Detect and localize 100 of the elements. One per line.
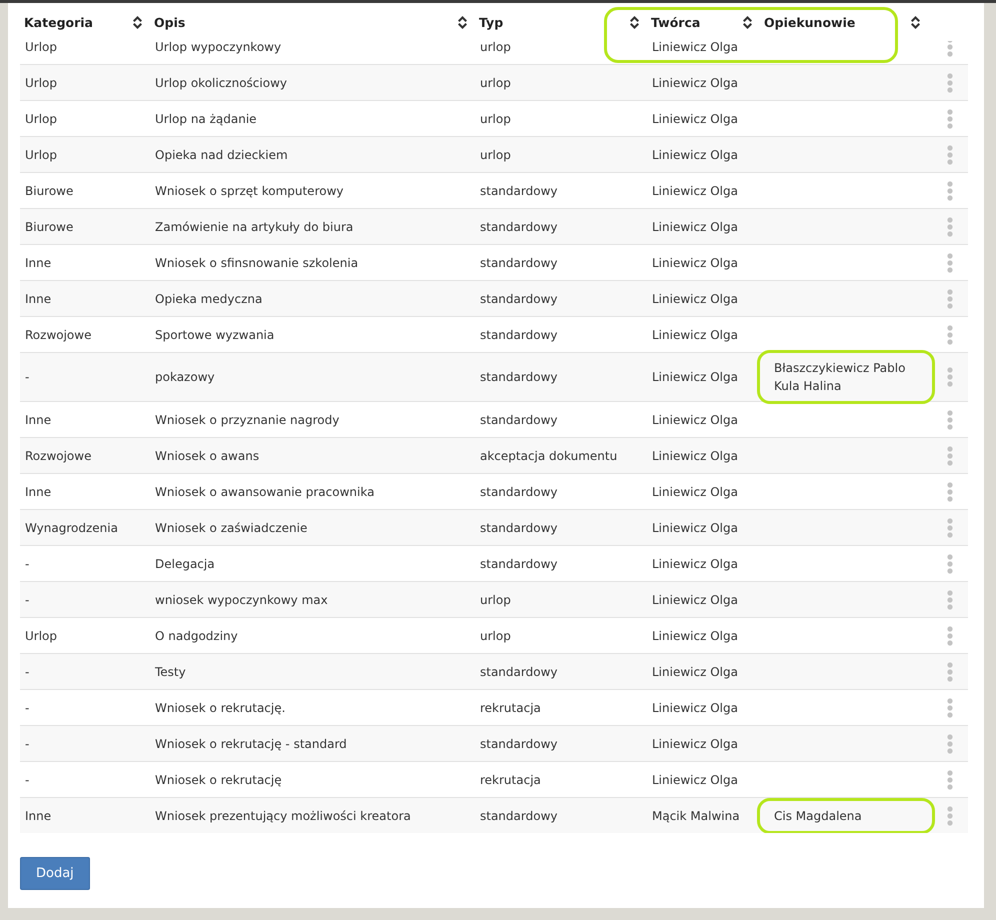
table-cell: Mącik Malwina	[652, 808, 740, 822]
table-cell: Liniewicz Olga	[652, 220, 738, 234]
table-cell: Urlop na żądanie	[155, 112, 257, 126]
table-cell: Urlop	[25, 112, 58, 126]
table-cell: Liniewicz Olga	[652, 256, 738, 270]
table-cell: Urlop	[25, 40, 58, 54]
table-cell: Testy	[155, 664, 186, 678]
more-options-icon[interactable]	[947, 324, 953, 344]
table-cell: O nadgodziny	[155, 628, 238, 642]
table-cell: Liniewicz Olga	[652, 484, 738, 498]
more-options-icon[interactable]	[947, 446, 953, 466]
more-options-icon[interactable]	[947, 734, 953, 754]
more-options-icon[interactable]	[947, 144, 953, 164]
more-options-icon[interactable]	[947, 72, 953, 92]
table-cell: Inne	[25, 484, 52, 498]
table-cell: Liniewicz Olga	[652, 556, 738, 570]
table-cell: Inne	[25, 256, 52, 270]
table-cell: Liniewicz Olga	[652, 664, 738, 678]
table-cell: urlop	[480, 148, 511, 162]
more-options-icon[interactable]	[947, 252, 953, 272]
table-cell: Wniosek o rekrutację.	[155, 700, 286, 714]
table-cell: Wniosek o sprzęt komputerowy	[155, 184, 344, 198]
more-options-icon[interactable]	[947, 367, 953, 387]
table-cell: standardowy	[480, 220, 558, 234]
table-cell: Wniosek prezentujący możliwości kreatora	[155, 808, 411, 822]
table-cell: Urlop	[25, 628, 58, 642]
more-options-icon[interactable]	[947, 216, 953, 236]
table-cell: Inne	[25, 412, 52, 426]
table-cell-text: Błaszczykiewicz Pablo	[774, 361, 906, 375]
more-options-icon[interactable]	[947, 590, 953, 610]
table-cell: Liniewicz Olga	[652, 76, 738, 90]
more-options-icon[interactable]	[947, 180, 953, 200]
table-cell: Wniosek o zaświadczenie	[155, 520, 308, 534]
column-header[interactable]: Typ	[479, 14, 504, 30]
table-cell: Wniosek o sfinsnowanie szkolenia	[155, 256, 358, 270]
table-cell: standardowy	[480, 412, 558, 426]
table-cell: Inne	[25, 808, 52, 822]
table-cell: Liniewicz Olga	[652, 412, 738, 426]
table-cell: Liniewicz Olga	[652, 184, 738, 198]
column-header[interactable]: Twórca	[651, 14, 700, 30]
table-cell: -	[25, 664, 30, 678]
table-cell: Liniewicz Olga	[652, 148, 738, 162]
more-options-icon[interactable]	[947, 410, 953, 430]
table-cell: -	[25, 736, 30, 750]
table-cell: urlop	[480, 592, 511, 606]
table-cell: urlop	[480, 76, 511, 90]
table-cell: Delegacja	[155, 556, 215, 570]
more-options-icon[interactable]	[947, 806, 953, 826]
table-cell: Liniewicz Olga	[652, 592, 738, 606]
more-options-icon[interactable]	[947, 518, 953, 538]
table-cell-text: Kula Halina	[774, 379, 842, 393]
table-cell: Sportowe wyzwania	[155, 328, 274, 342]
sort-icon[interactable]	[133, 16, 142, 28]
table-cell: wniosek wypoczynkowy max	[155, 592, 328, 606]
table-cell: standardowy	[480, 328, 558, 342]
table-cell: Liniewicz Olga	[652, 112, 738, 126]
table-cell: Liniewicz Olga	[652, 328, 738, 342]
more-options-icon[interactable]	[947, 626, 953, 646]
table-cell: Liniewicz Olga	[652, 370, 738, 384]
table-cell: Liniewicz Olga	[652, 772, 738, 786]
table-cell: Biurowe	[25, 184, 74, 198]
more-options-icon[interactable]	[947, 554, 953, 574]
more-options-icon[interactable]	[947, 482, 953, 502]
column-header[interactable]: Kategoria	[24, 14, 93, 30]
table-cell: Wniosek o awans	[155, 448, 260, 462]
more-options-icon[interactable]	[947, 288, 953, 308]
table-cell: Urlop	[25, 76, 58, 90]
table-cell: Liniewicz Olga	[652, 448, 738, 462]
table-cell: Wniosek o rekrutację - standard	[155, 736, 347, 750]
column-header[interactable]: Opis	[154, 14, 186, 30]
table-cell: pokazowy	[155, 370, 215, 384]
sort-icon[interactable]	[911, 16, 920, 28]
table-cell: Liniewicz Olga	[652, 628, 738, 642]
table-cell: Wniosek o przyznanie nagrody	[155, 412, 340, 426]
add-button[interactable]: Dodaj	[20, 857, 90, 890]
table-cell-text: Cis Magdalena	[774, 808, 863, 822]
table-cell: -	[25, 772, 30, 786]
column-header[interactable]: Opiekunowie	[764, 14, 856, 30]
table-cell: Liniewicz Olga	[652, 292, 738, 306]
table-cell: Liniewicz Olga	[652, 40, 738, 54]
more-options-icon[interactable]	[947, 770, 953, 790]
table-cell: standardowy	[480, 808, 558, 822]
table-cell: Biurowe	[25, 220, 74, 234]
table-cell: Rozwojowe	[25, 448, 92, 462]
more-options-icon[interactable]	[947, 108, 953, 128]
table-cell: standardowy	[480, 736, 558, 750]
table-cell: Inne	[25, 292, 52, 306]
more-options-icon[interactable]	[947, 662, 953, 682]
sort-icon[interactable]	[743, 16, 752, 28]
sort-icon[interactable]	[630, 16, 639, 28]
sort-icon[interactable]	[458, 16, 467, 28]
table-cell: standardowy	[480, 520, 558, 534]
table-cell: Liniewicz Olga	[652, 520, 738, 534]
more-options-icon[interactable]	[947, 698, 953, 718]
table-cell: Wniosek o rekrutację	[155, 772, 282, 786]
table-cell: -	[25, 370, 30, 384]
table-cell: Urlop okolicznościowy	[155, 76, 287, 90]
table-cell: -	[25, 700, 30, 714]
table-cell: standardowy	[480, 484, 558, 498]
table-cell: standardowy	[480, 370, 558, 384]
